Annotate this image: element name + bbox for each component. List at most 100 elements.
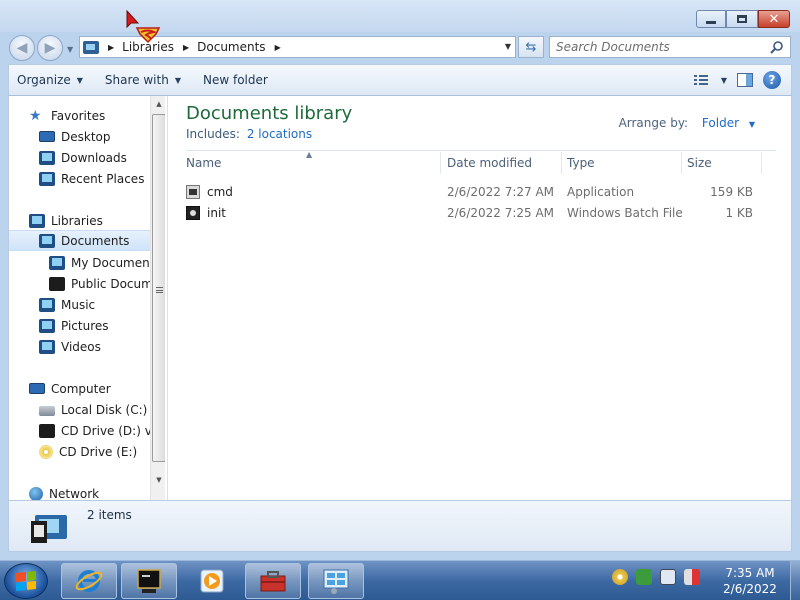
- change-view-icon[interactable]: [693, 73, 711, 87]
- nav-item-cd-drive-e[interactable]: CD Drive (E:): [9, 441, 150, 462]
- nav-item-cd-drive-d[interactable]: CD Drive (D:) virtio-win-0.1.2: [9, 420, 150, 441]
- address-row: ◀ ▶ ▼ ▶ Libraries ▶ Documents ▶ ▼ ⇆: [0, 32, 800, 62]
- taskbar-toolbox-app[interactable]: [245, 563, 301, 599]
- nav-item-desktop[interactable]: Desktop: [9, 126, 150, 147]
- search-icon[interactable]: [770, 40, 784, 54]
- chevron-right-icon[interactable]: ▶: [275, 43, 281, 52]
- nav-item-downloads[interactable]: Downloads: [9, 147, 150, 168]
- network-status-icon[interactable]: [660, 569, 676, 585]
- taskbar: 7:35 AM 2/6/2022: [0, 560, 800, 600]
- show-desktop-button[interactable]: [790, 561, 800, 600]
- navigation-buttons: ◀ ▶ ▼: [9, 35, 73, 61]
- nav-scrollbar[interactable]: ▲ ▼: [150, 96, 165, 500]
- taskbar-internet-explorer[interactable]: [61, 563, 117, 599]
- arrange-by: Arrange by: Folder ▼: [619, 116, 755, 130]
- arrange-label: Arrange by:: [618, 116, 689, 130]
- back-button[interactable]: ◀: [9, 35, 35, 61]
- item-count: 2 items: [87, 508, 132, 522]
- application-icon: [186, 185, 200, 199]
- title-bar[interactable]: ✕: [0, 0, 800, 32]
- taskbar-media-player[interactable]: [184, 563, 240, 599]
- pictures-icon: [39, 318, 55, 333]
- nav-label: Local Disk (C:): [61, 402, 148, 417]
- chevron-right-icon[interactable]: ▶: [108, 43, 114, 52]
- file-row[interactable]: cmd 2/6/2022 7:27 AM Application 159 KB: [186, 182, 756, 203]
- nav-item-recent-places[interactable]: Recent Places: [9, 168, 150, 189]
- minimize-button[interactable]: [696, 10, 726, 28]
- clock-time: 7:35 AM: [725, 566, 775, 580]
- recent-pages-dropdown-icon[interactable]: ▼: [67, 45, 73, 54]
- system-tray: [612, 569, 700, 585]
- nav-item-music[interactable]: Music: [9, 294, 150, 315]
- file-type: Windows Batch File: [567, 206, 683, 220]
- control-panel-icon: [323, 569, 349, 594]
- nav-item-local-disk[interactable]: Local Disk (C:): [9, 399, 150, 420]
- taskbar-control-panel[interactable]: [308, 563, 364, 599]
- mouse-cursor-icon: [126, 10, 161, 44]
- nav-label: Computer: [51, 381, 111, 396]
- new-folder-button[interactable]: New folder: [195, 65, 276, 95]
- search-input[interactable]: [550, 37, 760, 57]
- forward-button[interactable]: ▶: [37, 35, 63, 61]
- share-with-button[interactable]: Share with ▼: [97, 65, 189, 95]
- nav-item-computer[interactable]: Computer: [9, 378, 150, 399]
- scroll-down-icon[interactable]: ▼: [151, 472, 165, 488]
- clock[interactable]: 7:35 AM 2/6/2022: [715, 565, 785, 597]
- file-size: 159 KB: [710, 185, 753, 199]
- nav-item-libraries[interactable]: Libraries: [9, 210, 150, 231]
- windows-logo-icon: [16, 570, 36, 592]
- preview-pane-icon[interactable]: [737, 73, 753, 87]
- start-button[interactable]: [4, 563, 48, 599]
- maximize-button[interactable]: [726, 10, 758, 28]
- breadcrumb-documents[interactable]: Documents: [197, 40, 265, 54]
- action-center-icon[interactable]: [636, 569, 652, 585]
- nav-item-pictures[interactable]: Pictures: [9, 315, 150, 336]
- arrange-folder-dropdown[interactable]: Folder: [702, 116, 739, 130]
- volume-muted-icon[interactable]: [684, 569, 700, 585]
- chevron-right-icon[interactable]: ▶: [183, 43, 189, 52]
- organize-button[interactable]: Organize ▼: [9, 65, 91, 95]
- column-header-name[interactable]: Name: [186, 152, 441, 174]
- taskbar-command-prompt[interactable]: [121, 563, 177, 599]
- videos-icon: [39, 339, 55, 354]
- nav-item-favorites[interactable]: ★ Favorites: [9, 105, 150, 126]
- library-title: Documents library: [186, 103, 353, 124]
- pane-splitter[interactable]: [167, 96, 168, 500]
- column-header-size[interactable]: Size: [687, 152, 762, 174]
- file-row[interactable]: init 2/6/2022 7:25 AM Windows Batch File…: [186, 203, 756, 224]
- downloads-icon: [39, 150, 55, 165]
- refresh-button[interactable]: ⇆: [518, 36, 544, 58]
- nav-label: Documents: [61, 233, 130, 248]
- content-area: ★ Favorites Desktop Downloads Recent Pla…: [8, 96, 792, 500]
- chevron-down-icon: ▼: [76, 75, 83, 85]
- file-name: cmd: [207, 185, 233, 199]
- scroll-up-icon[interactable]: ▲: [151, 96, 165, 112]
- column-header-date-modified[interactable]: Date modified: [447, 152, 562, 174]
- chevron-down-icon[interactable]: ▼: [749, 120, 755, 129]
- view-options-chevron-icon[interactable]: ▼: [721, 76, 727, 85]
- nav-label: Downloads: [61, 150, 127, 165]
- nav-item-network[interactable]: Network: [9, 483, 150, 500]
- grip-icon: [156, 287, 163, 293]
- cd-disc-icon: [39, 444, 53, 459]
- file-type: Application: [567, 185, 635, 199]
- close-button[interactable]: ✕: [758, 10, 790, 28]
- cd-tray-icon[interactable]: [612, 569, 628, 585]
- nav-item-public-documents[interactable]: Public Documents: [9, 273, 150, 294]
- nav-item-my-documents[interactable]: My Documents: [9, 252, 150, 273]
- nav-label: Public Documents: [71, 276, 150, 291]
- includes-label: Includes:: [186, 127, 240, 141]
- nav-item-documents[interactable]: Documents: [9, 230, 150, 251]
- navigation-pane: ★ Favorites Desktop Downloads Recent Pla…: [9, 96, 165, 500]
- address-dropdown-icon[interactable]: ▼: [505, 42, 511, 51]
- locations-link[interactable]: 2 locations: [247, 127, 312, 141]
- internet-explorer-icon: [75, 570, 103, 592]
- scroll-thumb[interactable]: [152, 114, 165, 462]
- my-documents-icon: [49, 255, 65, 270]
- nav-label: Videos: [61, 339, 101, 354]
- share-with-label: Share with: [104, 73, 169, 87]
- nav-item-videos[interactable]: Videos: [9, 336, 150, 357]
- help-icon[interactable]: ?: [763, 71, 781, 89]
- column-header-type[interactable]: Type: [567, 152, 682, 174]
- back-arrow-icon: ◀: [16, 40, 28, 56]
